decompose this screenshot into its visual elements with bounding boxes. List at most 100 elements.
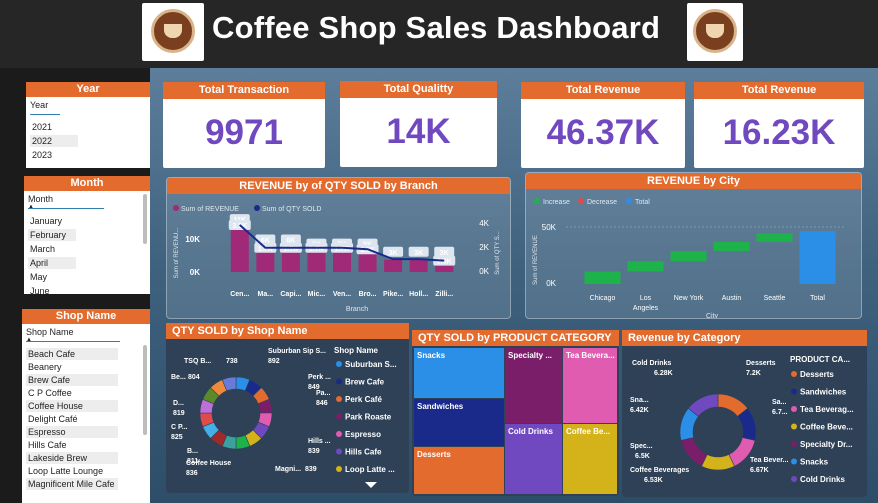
shop-scrollbar[interactable] xyxy=(143,345,147,435)
increase-bar[interactable] xyxy=(627,261,664,272)
slicer-item-shop[interactable]: Beanery xyxy=(26,361,118,373)
sort-indicator[interactable]: ▲ xyxy=(26,337,120,343)
revenue-category-donut[interactable]: Revenue by Category Cold Drinks 6.28K Dess… xyxy=(622,330,867,497)
slicer-item-june[interactable]: June xyxy=(28,285,76,294)
revenue-bar[interactable] xyxy=(409,259,428,272)
legend-marker xyxy=(791,441,797,447)
data-label-name: C P... xyxy=(171,424,188,431)
data-label-name: Desserts xyxy=(746,360,776,367)
slicer-item-shop[interactable]: Loop Latte Lounge xyxy=(26,465,118,477)
slicer-item-march[interactable]: March xyxy=(28,243,76,255)
revenue-bar[interactable] xyxy=(230,227,249,272)
data-label-name: TSQ B... xyxy=(184,358,211,365)
slicer-item-february[interactable]: February xyxy=(28,229,76,241)
slicer-item-shop[interactable]: Brew Cafe xyxy=(26,374,118,386)
revenue-data-label: 3K xyxy=(414,250,423,257)
legend-marker xyxy=(336,378,342,385)
y2-axis-label: Sum of QTY S... xyxy=(495,231,501,275)
kpi-value: 14K xyxy=(386,112,451,151)
slicer-item-2023[interactable]: 2023 xyxy=(30,149,78,161)
chart-title: Revenue by Category xyxy=(622,330,867,346)
data-label-value: 6.42K xyxy=(630,407,649,414)
treemap-cell-label: Cold Drinks xyxy=(508,427,553,436)
treemap-cell-label: Specialty ... xyxy=(508,351,553,360)
treemap-cell[interactable]: Sandwiches xyxy=(414,399,504,446)
revenue-donut-slice[interactable] xyxy=(680,437,708,467)
data-label-name: D... xyxy=(173,400,184,407)
legend-item: Total xyxy=(635,199,650,206)
x-tick-label: Total xyxy=(810,295,825,302)
total-bar[interactable] xyxy=(799,231,836,284)
legend-marker xyxy=(336,431,342,437)
treemap-cell[interactable]: Coffee Be... xyxy=(563,424,617,494)
legend-title: PRODUCT CA... xyxy=(790,355,850,364)
y2-tick-label: 0K xyxy=(479,267,489,276)
legend-item: Hills Cafe xyxy=(345,448,382,457)
x-tick-label: Seattle xyxy=(764,295,786,302)
data-label-value: 6.67K xyxy=(750,467,769,474)
treemap-cell[interactable]: Specialty ... xyxy=(505,348,562,423)
legend-marker xyxy=(791,371,797,377)
slicer-item-may[interactable]: May xyxy=(28,271,76,283)
x-tick-label: Bro... xyxy=(359,291,377,298)
slicer-item-2021[interactable]: 2021 xyxy=(30,121,78,133)
revenue-bar[interactable] xyxy=(333,251,351,272)
treemap-cell[interactable]: Snacks xyxy=(414,348,504,398)
legend-item: Increase xyxy=(543,199,570,206)
shop-donut-chart[interactable]: QTY SOLD by Shop Name TSQ B... 738 Suburba… xyxy=(166,323,409,493)
increase-bar[interactable] xyxy=(670,250,707,262)
sort-indicator[interactable] xyxy=(30,111,60,115)
legend-qty: Sum of QTY SOLD xyxy=(262,206,321,213)
legend-scroll-down-icon[interactable] xyxy=(365,482,377,488)
revenue-bar[interactable] xyxy=(307,251,326,272)
data-label-name: Tea Bever... xyxy=(750,457,788,464)
slicer-item-shop[interactable]: Espresso xyxy=(26,426,118,438)
legend-marker xyxy=(336,448,342,455)
y2-tick-label: 2K xyxy=(479,243,489,252)
sort-indicator[interactable]: ▲ xyxy=(28,204,104,210)
month-scrollbar[interactable] xyxy=(143,194,147,244)
x-tick-label: Holl... xyxy=(409,291,428,298)
slicer-item-shop[interactable]: C P Coffee xyxy=(26,387,118,399)
slicer-item-shop[interactable]: Hills Cafe xyxy=(26,439,118,451)
shop-slicer[interactable]: Shop Name Shop Name ▲ Beach Cafe Beanery B… xyxy=(22,309,150,503)
increase-bar[interactable] xyxy=(756,233,793,242)
data-label-value: 738 xyxy=(226,358,238,365)
slicer-item-shop[interactable]: Beach Cafe xyxy=(26,348,118,360)
increase-bar[interactable] xyxy=(713,241,750,251)
branch-chart[interactable]: REVENUE by of QTY SOLD by Branch Sum of … xyxy=(166,177,511,319)
year-slicer-field: Year xyxy=(30,100,49,110)
kpi-total-quantity: Total Qualitty 14K xyxy=(340,81,497,167)
treemap-cell[interactable]: Tea Bevera... xyxy=(563,348,617,423)
slicer-item-shop[interactable]: Coffee House xyxy=(26,400,118,412)
slicer-item-april[interactable]: April xyxy=(28,257,76,269)
data-label-value: 819 xyxy=(173,410,185,417)
y-tick-label: 10K xyxy=(185,235,200,244)
slicer-item-shop[interactable]: Magnificent Mile Cafe xyxy=(26,478,118,490)
category-treemap[interactable]: QTY SOLD by PRODUCT CATEGORY Snacks Speci… xyxy=(412,330,619,496)
data-label-name: Magni... xyxy=(275,466,301,473)
revenue-bar[interactable] xyxy=(384,259,403,272)
shop-slicer-field: Shop Name xyxy=(26,327,74,337)
slicer-item-january[interactable]: January xyxy=(28,215,76,227)
slicer-item-shop[interactable]: Delight Café xyxy=(26,413,118,425)
branch-chart-plot: Sum of REVENUE Sum of QTY SOLD 10K 0K 4K 2K 0K… xyxy=(173,205,501,313)
slicer-item-2022[interactable]: 2022 xyxy=(30,135,78,147)
year-slicer[interactable]: Year Year 2021 2022 2023 xyxy=(26,82,150,168)
legend-marker xyxy=(254,205,260,211)
legend-marker xyxy=(626,198,632,204)
revenue-bar[interactable] xyxy=(358,251,377,272)
treemap-cell[interactable]: Desserts xyxy=(414,447,504,494)
legend-item: Coffee Beve... xyxy=(800,423,853,432)
treemap-cell-label: Desserts xyxy=(417,450,451,459)
month-slicer[interactable]: Month Month ▲ January February March Apr… xyxy=(24,176,150,294)
data-label-name: Suburban Sip S... xyxy=(268,348,326,355)
month-slicer-title: Month xyxy=(24,176,150,191)
legend-marker xyxy=(791,476,797,482)
slicer-item-shop[interactable]: Lakeside Brew xyxy=(26,452,118,464)
increase-bar[interactable] xyxy=(584,271,621,284)
treemap-cell[interactable]: Cold Drinks xyxy=(505,424,562,494)
city-chart[interactable]: REVENUE by City Increase Decrease Total 50K… xyxy=(525,172,862,319)
data-label-value: 6.7... xyxy=(772,409,788,416)
revenue-donut-slice[interactable] xyxy=(701,454,735,471)
